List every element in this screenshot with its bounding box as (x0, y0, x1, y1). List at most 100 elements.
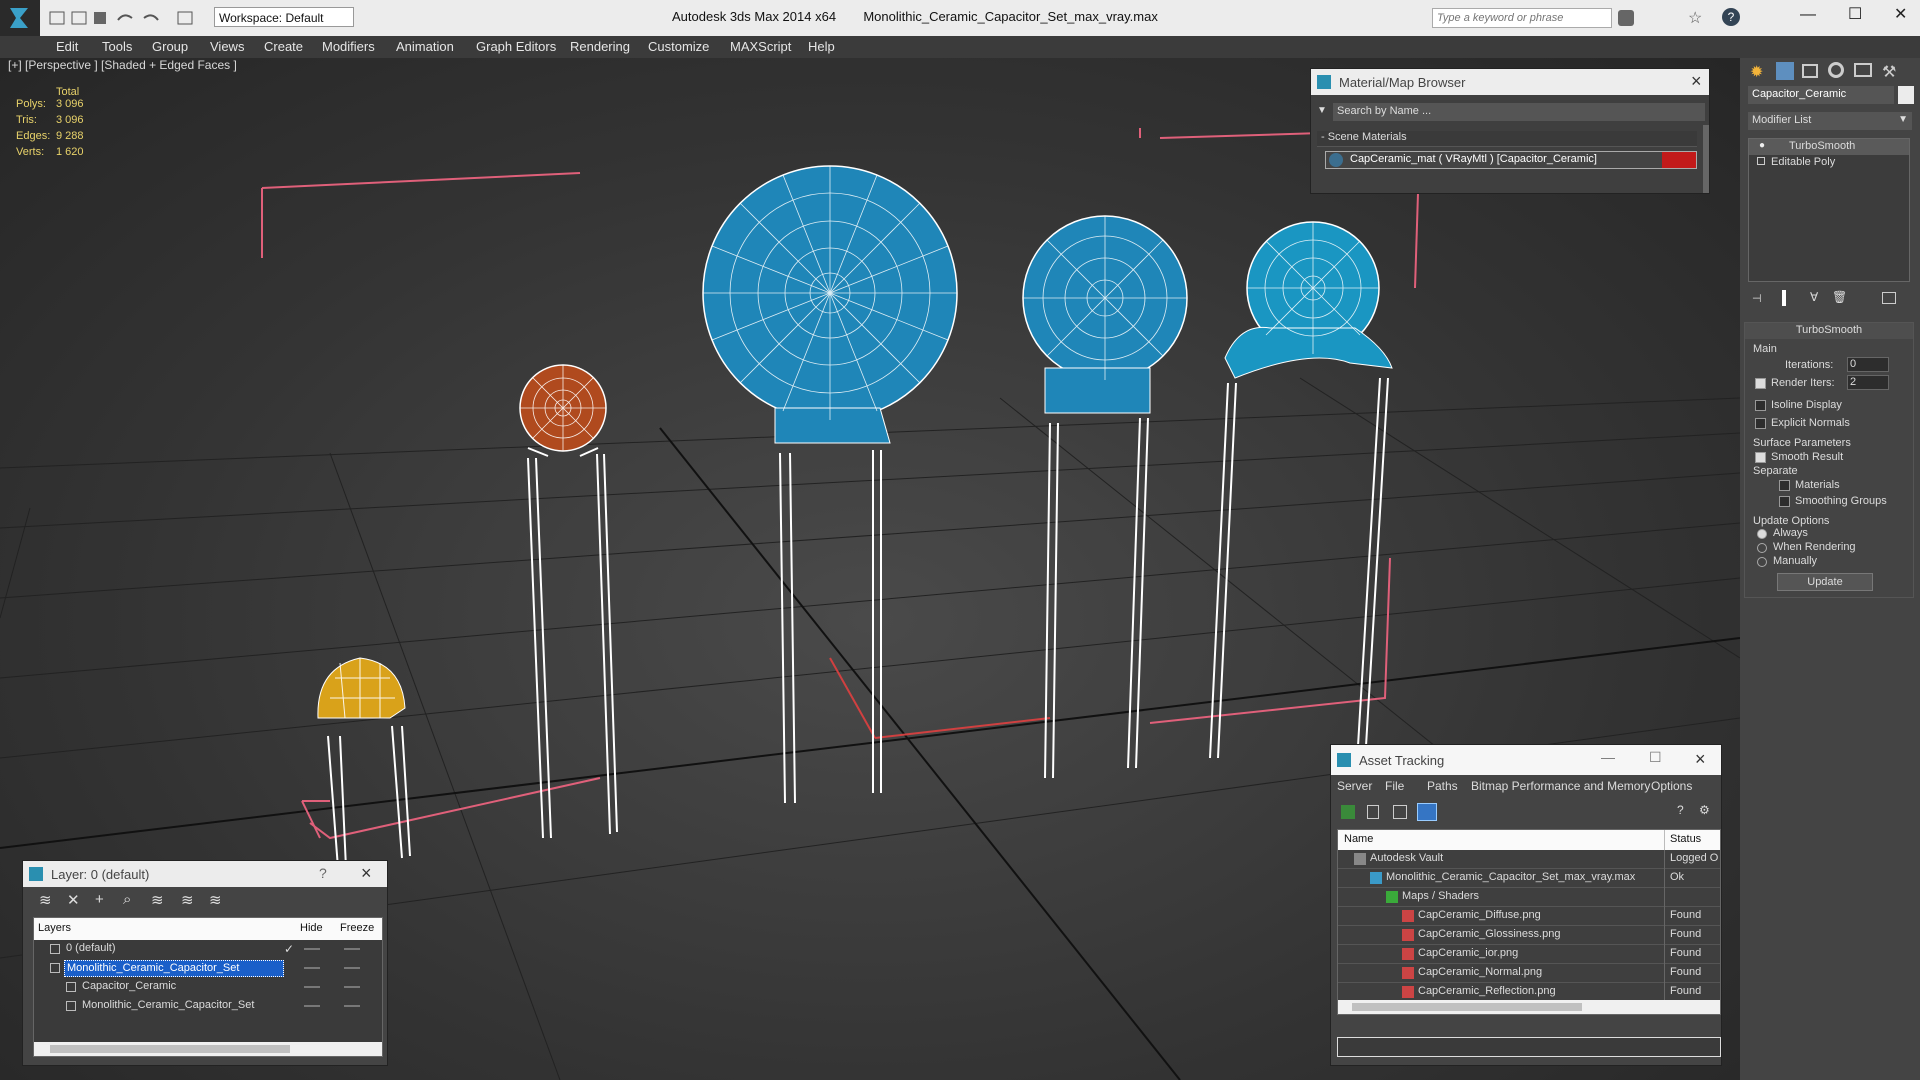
menu-edit[interactable]: Edit (56, 39, 78, 54)
menu-create[interactable]: Create (264, 39, 303, 54)
help-icon[interactable]: ? (1677, 803, 1684, 817)
search-input[interactable] (1433, 9, 1609, 27)
star-icon[interactable]: ☆ (1688, 8, 1702, 28)
update-button[interactable]: Update (1777, 573, 1873, 591)
scrollbar[interactable] (1703, 125, 1709, 193)
object-name-field[interactable]: Capacitor_Ceramic (1748, 86, 1894, 104)
asset-menu-server[interactable]: Server (1337, 779, 1372, 793)
menu-views[interactable]: Views (210, 39, 244, 54)
hide-toggle[interactable] (304, 967, 320, 969)
asset-path-field[interactable] (1337, 1037, 1721, 1057)
asset-tracking-titlebar[interactable]: Asset Tracking — ☐ × (1331, 745, 1721, 775)
asset-row[interactable]: Autodesk Vault Logged O (1338, 850, 1720, 869)
list-view-icon[interactable] (1367, 805, 1379, 819)
layer-row[interactable]: Capacitor_Ceramic (34, 978, 382, 997)
asset-menu-options[interactable]: Options (1651, 779, 1692, 793)
menu-tools[interactable]: Tools (102, 39, 132, 54)
menu-modifiers[interactable]: Modifiers (322, 39, 375, 54)
smoothing-groups-checkbox[interactable] (1779, 495, 1790, 507)
freeze-all-layers-icon[interactable]: ≋ (209, 891, 222, 909)
create-tab-icon[interactable]: ✹ (1750, 62, 1763, 82)
asset-menu-file[interactable]: File (1385, 779, 1404, 793)
help-icon[interactable]: ? (1722, 8, 1740, 26)
freeze-toggle[interactable] (344, 948, 360, 950)
modifier-list-dropdown[interactable]: Modifier List ▼ (1748, 112, 1912, 130)
horizontal-scrollbar[interactable] (1338, 1000, 1720, 1014)
close-icon[interactable]: × (1695, 749, 1706, 770)
layer-row[interactable]: 0 (default) (34, 940, 382, 959)
filter-dropdown-icon[interactable]: ▼ (1317, 105, 1327, 116)
when-rendering-radio[interactable] (1757, 543, 1767, 553)
layer-row[interactable]: Monolithic_Ceramic_Capacitor_Set (34, 959, 382, 978)
asset-row[interactable]: Maps / Shaders (1338, 888, 1720, 907)
make-unique-icon[interactable]: ∀ (1810, 290, 1818, 304)
hide-all-layers-icon[interactable]: ≋ (181, 891, 194, 909)
asset-row[interactable]: CapCeramic_Normal.png Found (1338, 964, 1720, 983)
configure-modifier-sets-icon[interactable] (1882, 292, 1896, 304)
rollout-header[interactable]: TurboSmooth (1745, 323, 1913, 339)
workspace-dropdown[interactable]: Workspace: Default (214, 7, 354, 27)
layer-name[interactable]: Capacitor_Ceramic (80, 979, 280, 996)
materials-checkbox[interactable] (1779, 479, 1790, 491)
isoline-checkbox[interactable] (1755, 399, 1766, 411)
freeze-toggle[interactable] (344, 1005, 360, 1007)
menu-group[interactable]: Group (152, 39, 188, 54)
active-layer-check-icon[interactable]: ✓ (284, 942, 294, 956)
help-button[interactable]: ? (319, 865, 327, 881)
column-hide[interactable]: Hide (300, 922, 323, 934)
delete-layer-icon[interactable]: ✕ (67, 891, 80, 909)
minimize-icon[interactable]: — (1601, 749, 1615, 765)
hide-toggle[interactable] (304, 986, 320, 988)
maximize-icon[interactable]: ☐ (1649, 749, 1662, 766)
asset-row[interactable]: Monolithic_Ceramic_Capacitor_Set_max_vra… (1338, 869, 1720, 888)
material-item[interactable]: CapCeramic_mat ( VRayMtl ) [Capacitor_Ce… (1325, 151, 1697, 169)
scene-materials-section[interactable]: - Scene Materials (1317, 131, 1697, 147)
pin-stack-icon[interactable]: ⊣ (1752, 292, 1762, 305)
highlight-layer-icon[interactable]: ≋ (151, 891, 164, 909)
expand-icon[interactable] (1757, 157, 1765, 165)
bulb-icon[interactable]: ● (1759, 140, 1765, 151)
always-radio[interactable] (1757, 529, 1767, 539)
layer-name[interactable]: 0 (default) (64, 941, 264, 958)
menu-help[interactable]: Help (808, 39, 835, 54)
explicit-normals-checkbox[interactable] (1755, 417, 1766, 429)
render-iters-spinner[interactable]: 2 (1847, 375, 1889, 390)
modify-tab-icon[interactable] (1776, 62, 1794, 80)
close-button[interactable]: ✕ (1894, 4, 1907, 24)
hierarchy-tab-icon[interactable] (1802, 64, 1818, 78)
smooth-result-checkbox[interactable] (1755, 451, 1766, 463)
maximize-button[interactable]: ☐ (1848, 4, 1862, 24)
table-view-icon[interactable] (1417, 803, 1437, 821)
add-to-layer-icon[interactable]: + (95, 891, 104, 908)
show-end-result-icon[interactable] (1782, 290, 1786, 306)
remove-modifier-icon[interactable]: 🗑 (1832, 290, 1847, 304)
object-color-swatch[interactable] (1898, 86, 1914, 104)
column-status[interactable]: Status (1670, 833, 1701, 845)
column-layers[interactable]: Layers (38, 922, 71, 934)
asset-row[interactable]: CapCeramic_Diffuse.png Found (1338, 907, 1720, 926)
refresh-icon[interactable] (1341, 805, 1355, 819)
hide-toggle[interactable] (304, 1005, 320, 1007)
manually-radio[interactable] (1757, 557, 1767, 567)
select-objects-icon[interactable]: ⌕ (123, 891, 131, 908)
grid-view-icon[interactable] (1393, 805, 1407, 819)
menu-animation[interactable]: Animation (396, 39, 454, 54)
close-icon[interactable]: × (1691, 71, 1702, 92)
freeze-toggle[interactable] (344, 967, 360, 969)
display-tab-icon[interactable] (1854, 63, 1872, 77)
layer-name[interactable]: Monolithic_Ceramic_Capacitor_Set (64, 960, 284, 977)
menu-customize[interactable]: Customize (648, 39, 709, 54)
search-box[interactable] (1432, 8, 1612, 28)
asset-row[interactable]: CapCeramic_ior.png Found (1338, 945, 1720, 964)
motion-tab-icon[interactable] (1828, 62, 1844, 78)
asset-menu-paths[interactable]: Paths (1427, 779, 1458, 793)
close-icon[interactable]: × (361, 863, 372, 884)
menu-graph-editors[interactable]: Graph Editors (476, 39, 556, 54)
asset-row[interactable]: CapCeramic_Glossiness.png Found (1338, 926, 1720, 945)
column-freeze[interactable]: Freeze (340, 922, 374, 934)
layer-name[interactable]: Monolithic_Ceramic_Capacitor_Set (80, 998, 280, 1015)
render-iters-checkbox[interactable] (1755, 377, 1766, 389)
binoculars-icon[interactable] (1618, 10, 1634, 26)
asset-menu-bitmap-performance-and-memory[interactable]: Bitmap Performance and Memory (1471, 779, 1650, 793)
material-browser-titlebar[interactable]: Material/Map Browser × (1311, 69, 1709, 95)
